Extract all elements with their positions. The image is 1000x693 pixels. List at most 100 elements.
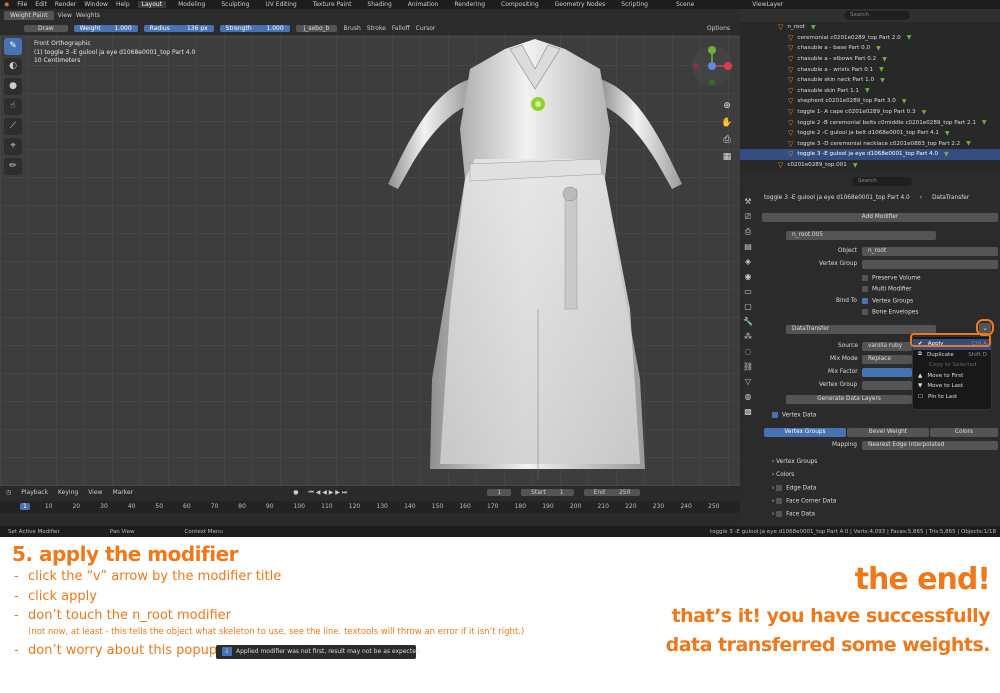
tab-shading[interactable]: Shading [363, 1, 395, 8]
tab-bevel-weight[interactable]: Bevel Weight [847, 428, 929, 437]
scene-selector[interactable]: Scene [676, 1, 694, 8]
copy-to-selected-menu-item[interactable]: Copy to Selected [913, 360, 991, 371]
navigation-gizmo[interactable] [690, 44, 734, 88]
world-tab-icon[interactable]: ◉ [742, 271, 754, 283]
object-field[interactable]: n_root [862, 247, 998, 256]
multi-modifier-checkbox[interactable]: Multi Modifier [862, 286, 911, 293]
source-field[interactable]: vanilla ruby [862, 342, 912, 351]
current-frame-field[interactable]: 1 [487, 489, 512, 496]
generate-data-layers-button[interactable]: Generate Data Layers [786, 395, 912, 404]
playback-menu[interactable]: Playback [21, 489, 48, 496]
brush-name[interactable]: Draw [24, 25, 68, 32]
record-icon[interactable]: ● [293, 489, 298, 496]
menu-help[interactable]: Help [116, 1, 130, 8]
weight-field[interactable]: Weight 1.000 [73, 25, 138, 32]
zoom-icon[interactable]: ⊕ [721, 100, 733, 112]
blur-brush-icon[interactable]: ◐ [4, 58, 22, 75]
mix-mode-field[interactable]: Replace [862, 355, 912, 364]
view-layer-tab-icon[interactable]: ▤ [742, 241, 754, 253]
tab-uv-editing[interactable]: UV Editing [261, 1, 300, 8]
timeline-view-menu[interactable]: View [88, 489, 102, 496]
annotate-icon[interactable]: ✏ [4, 158, 22, 175]
particles-tab-icon[interactable]: ⁂ [742, 331, 754, 343]
colors-subpanel[interactable]: › Colors [772, 472, 794, 478]
tab-modeling[interactable]: Modeling [174, 1, 209, 8]
keying-menu[interactable]: Keying [58, 489, 78, 496]
constraints-tab-icon[interactable]: ⛓ [742, 361, 754, 373]
outliner-item[interactable]: ▽ n_root ▼ [740, 22, 1000, 33]
face-corner-data-subpanel[interactable]: › Face Corner Data [772, 498, 836, 505]
gradient-icon[interactable]: ⟋ [4, 118, 22, 135]
blender-logo-icon[interactable]: ◉ [4, 1, 9, 8]
mode-selector[interactable]: Weight Paint [4, 11, 54, 20]
scene-tab-icon[interactable]: ◈ [742, 256, 754, 268]
outliner-item[interactable]: ▽ chasuble skin Part 1.1 ▼ [740, 86, 1000, 97]
view-layer-selector[interactable]: ViewLayer [752, 1, 783, 8]
sample-weight-icon[interactable]: ⌖ [4, 138, 22, 155]
strength-field[interactable]: Strength 1.000 [219, 25, 290, 32]
frame-ruler[interactable]: 1 10 20 30 40 50 60 70 80 90 100 110 120 130 140 150 160… [0, 501, 740, 513]
vertex-groups-checkbox[interactable]: Vertex Groups [862, 298, 913, 305]
menu-edit[interactable]: Edit [35, 1, 47, 8]
draw-brush-icon[interactable]: ✎ [4, 38, 22, 55]
outliner-item[interactable]: ▽ toggle 3 -D ceremonial necklace c0201e0… [740, 139, 1000, 150]
outliner-item[interactable]: ▽ toggle 1- A cape c0201e0289_top Part 0.… [740, 107, 1000, 118]
modifier-wrench-icon[interactable]: 🔧 [742, 316, 754, 328]
outliner-item[interactable]: ▽ toggle 3 -E gulool ja eye d1068e0001_to… [740, 149, 1000, 160]
tab-compositing[interactable]: Compositing [497, 1, 543, 8]
pin-to-last-menu-item[interactable]: ☐ Pin to Last [913, 392, 991, 403]
cursor-menu[interactable]: Cursor [416, 25, 436, 32]
perspective-grid-icon[interactable]: ▦ [721, 151, 733, 163]
duplicate-menu-item[interactable]: ⧉ Duplicate Shift D [913, 350, 991, 361]
outliner-item[interactable]: ▽ chasuble skin neck Part 1.0 ▼ [740, 75, 1000, 86]
start-frame-field[interactable]: Start 1 [521, 489, 574, 496]
outliner-item[interactable]: ▽ c0201e0289_top.001 ▼ [740, 160, 1000, 171]
move-to-last-menu-item[interactable]: ▼ Move to Last [913, 381, 991, 392]
playback-controls[interactable]: ⏮ ◀ ◀ ▶ ▶ ⏭ [308, 489, 347, 497]
material-tab-icon[interactable]: ◍ [742, 391, 754, 403]
tab-animation[interactable]: Animation [404, 1, 443, 8]
tab-sculpting[interactable]: Sculpting [217, 1, 253, 8]
falloff-menu[interactable]: Falloff [392, 25, 410, 32]
properties-search-input[interactable]: Search [852, 177, 912, 186]
object-tab-icon[interactable]: ▢ [742, 301, 754, 313]
preserve-volume-checkbox[interactable]: Preserve Volume [862, 275, 921, 282]
tab-vertex-groups[interactable]: Vertex Groups [764, 428, 846, 437]
outliner-item[interactable]: ▽ shepherd c0201e0289_top Part 3.0 ▼ [740, 96, 1000, 107]
end-frame-field[interactable]: End 250 [583, 489, 641, 496]
move-to-first-menu-item[interactable]: ▲ Move to First [913, 371, 991, 382]
options-menu[interactable]: Options [707, 25, 730, 32]
face-data-subpanel[interactable]: › Face Data [772, 511, 815, 518]
average-brush-icon[interactable]: ● [4, 78, 22, 95]
smear-brush-icon[interactable]: ☝ [4, 98, 22, 115]
vertex-groups-subpanel[interactable]: › Vertex Groups [772, 459, 817, 465]
vertex-group2-field[interactable] [862, 381, 912, 390]
outliner-item[interactable]: ▽ ceremonial c0201e0289_top Part 2.0 ▼ [740, 33, 1000, 44]
outliner-search-input[interactable]: Search [844, 11, 910, 20]
edge-data-subpanel[interactable]: › Edge Data [772, 485, 816, 492]
3d-viewport[interactable] [0, 9, 740, 486]
outliner-item[interactable]: ▽ toggle 2 -C gulool ja belt d1068e0001_t… [740, 128, 1000, 139]
data-tab-icon[interactable]: ▽ [742, 376, 754, 388]
weights-menu[interactable]: Weights [76, 12, 100, 19]
texture-tab-icon[interactable]: ▩ [742, 406, 754, 418]
collection-tab-icon[interactable]: ▭ [742, 286, 754, 298]
mapping-field[interactable]: Nearest Edge Interpolated [862, 441, 998, 450]
clock-icon[interactable]: ◷ [6, 489, 11, 496]
outliner-item[interactable]: ▽ chasuble a - wrists Part 0.1 ▼ [740, 64, 1000, 75]
tab-layout[interactable]: Layout [137, 1, 167, 8]
outliner-item[interactable]: ▽ chasuble a - base Part 0.0 ▼ [740, 43, 1000, 54]
radius-field[interactable]: Radius 136 px [143, 25, 214, 32]
tool-tab-icon[interactable]: ⚒ [742, 196, 754, 208]
vertex-group-selector[interactable]: j_sebo_b [295, 25, 338, 32]
tab-geometry-nodes[interactable]: Geometry Nodes [551, 1, 610, 8]
bone-envelopes-checkbox[interactable]: Bone Envelopes [862, 309, 918, 316]
tab-colors[interactable]: Colors [930, 428, 998, 437]
brush-menu[interactable]: Brush [343, 25, 360, 32]
tab-texture-paint[interactable]: Texture Paint [309, 1, 356, 8]
pan-hand-icon[interactable]: ✋ [721, 117, 733, 129]
menu-file[interactable]: File [17, 1, 27, 8]
output-tab-icon[interactable]: ⎙ [742, 226, 754, 238]
camera-icon[interactable]: ⎙ [721, 134, 733, 146]
stroke-menu[interactable]: Stroke [367, 25, 386, 32]
